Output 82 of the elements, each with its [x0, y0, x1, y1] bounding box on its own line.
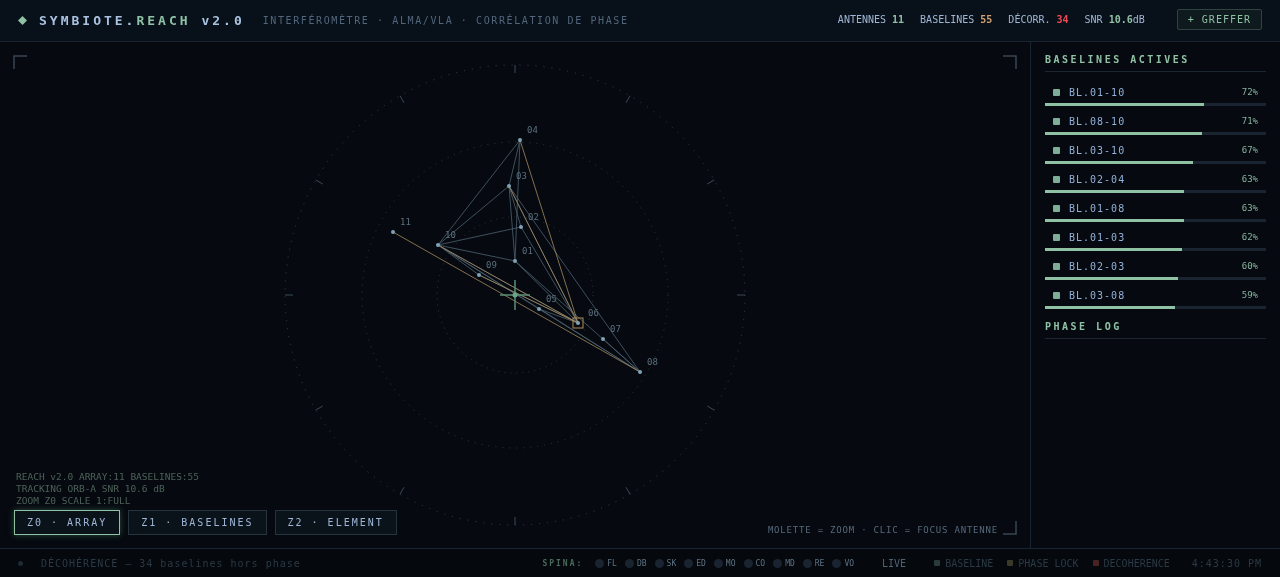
antenna-marker[interactable]	[537, 307, 541, 311]
antenna-label: 08	[647, 357, 658, 367]
corner-bracket	[1002, 55, 1017, 70]
crosshair-icon	[499, 279, 531, 311]
baseline-percent: 67%	[1241, 145, 1258, 155]
stat-readout: DÉCORR. 34	[1008, 14, 1069, 25]
spina-node[interactable]: MD	[773, 558, 795, 568]
antenna-marker[interactable]	[436, 243, 440, 247]
baseline-percent: 63%	[1241, 174, 1258, 184]
baseline-square-icon	[1053, 146, 1060, 154]
status-dot-icon	[18, 560, 23, 566]
hint-text: MOLETTE = ZOOM · CLIC = FOCUS ANTENNE	[767, 525, 998, 535]
app-subtitle: INTERFÉROMÈTRE · ALMA/VLA · CORRÉLATION DE PHASE	[262, 15, 629, 26]
baseline-percent: 60%	[1241, 261, 1258, 271]
antenna-marker[interactable]	[513, 259, 517, 263]
spina-node[interactable]: MO	[713, 558, 736, 568]
app-title: SYMBIOTE.REACH v2.0	[39, 13, 245, 28]
antenna-label: 07	[610, 324, 621, 334]
spina-node[interactable]: DB	[624, 558, 647, 568]
overlay-readout: ZOOM Z0 SCALE 1:FULL	[15, 495, 132, 506]
legend-label: BASELINE	[945, 557, 994, 569]
overlay-readout: REACH v2.0 ARRAY:11 BASELINES:55	[15, 471, 201, 482]
antenna-label: 02	[528, 212, 539, 222]
baseline-name[interactable]: BL.01-03	[1069, 231, 1242, 243]
baseline-square-icon	[1053, 233, 1060, 241]
zoom-tab[interactable]: Z0 · ARRAY	[14, 510, 121, 535]
antenna-marker[interactable]	[518, 138, 522, 142]
baseline-name[interactable]: BL.03-08	[1069, 289, 1242, 301]
baseline-percent: 62%	[1241, 232, 1258, 242]
section-heading: BASELINES ACTIVES	[1045, 54, 1266, 72]
clock-time: 4:43:30 PM	[1191, 557, 1262, 569]
legend-label: DECOHERENCE	[1103, 557, 1170, 569]
zoom-tab[interactable]: Z2 · ELEMENT	[274, 510, 397, 535]
legend-label: PHASE LOCK	[1018, 557, 1079, 569]
antenna-label: 09	[486, 260, 497, 270]
baseline-square-icon	[1053, 117, 1060, 125]
spina-node[interactable]: FL	[595, 558, 617, 568]
baseline-name[interactable]: BL.03-10	[1069, 144, 1242, 156]
baseline-percent: 72%	[1241, 87, 1258, 97]
antenna-marker[interactable]	[391, 230, 395, 234]
baseline-square-icon	[1053, 204, 1060, 212]
baseline-name[interactable]: BL.08-10	[1069, 115, 1242, 127]
spina-node[interactable]: VO	[832, 558, 855, 568]
baseline-percent: 59%	[1241, 290, 1258, 300]
baseline-square-icon	[1053, 262, 1060, 270]
baseline-name[interactable]: BL.01-10	[1069, 86, 1242, 98]
corner-bracket	[13, 55, 28, 70]
antenna-marker[interactable]	[601, 337, 605, 341]
antenna-marker[interactable]	[477, 273, 481, 277]
baseline-percent: 63%	[1241, 203, 1258, 213]
spina-node[interactable]: SK	[654, 558, 677, 568]
antenna-marker[interactable]	[519, 225, 523, 229]
baseline-name[interactable]: BL.02-03	[1069, 260, 1242, 272]
stat-readout: SNR 10.6dB	[1084, 14, 1145, 25]
overlay-readout: TRACKING ORB-A SNR 10.6 dB	[15, 483, 166, 494]
graft-button[interactable]: + GREFFER	[1176, 9, 1262, 30]
antenna-label: 05	[546, 294, 557, 304]
baseline-square-icon	[1053, 175, 1060, 183]
spina-label: SPINA:	[542, 558, 584, 568]
spina-node[interactable]: CO	[743, 558, 766, 568]
antenna-marker[interactable]	[576, 321, 580, 325]
spina-node[interactable]: RE	[802, 558, 825, 568]
stat-readout: BASELINES 55	[920, 14, 993, 25]
baseline-name[interactable]: BL.01-08	[1069, 202, 1242, 214]
antenna-marker[interactable]	[638, 370, 642, 374]
antenna-label: 11	[400, 217, 411, 227]
stat-readout: ANTENNES 11	[837, 14, 905, 25]
zoom-tab[interactable]: Z1 · BASELINES	[128, 510, 267, 535]
baseline-square-icon	[1053, 88, 1060, 96]
antenna-label: 04	[527, 125, 538, 135]
spina-node[interactable]: ED	[684, 558, 706, 568]
diamond-icon	[18, 16, 27, 25]
antenna-label: 06	[588, 308, 599, 318]
antenna-marker[interactable]	[507, 184, 511, 188]
antenna-label: 10	[445, 230, 456, 240]
baseline-square-icon	[1053, 291, 1060, 299]
antenna-label: 01	[522, 246, 533, 256]
section-heading: PHASE LOG	[1045, 321, 1266, 339]
baseline-percent: 71%	[1241, 116, 1258, 126]
live-indicator: LIVE	[882, 557, 907, 569]
baseline-name[interactable]: BL.02-04	[1069, 173, 1242, 185]
corner-bracket	[1002, 520, 1017, 535]
